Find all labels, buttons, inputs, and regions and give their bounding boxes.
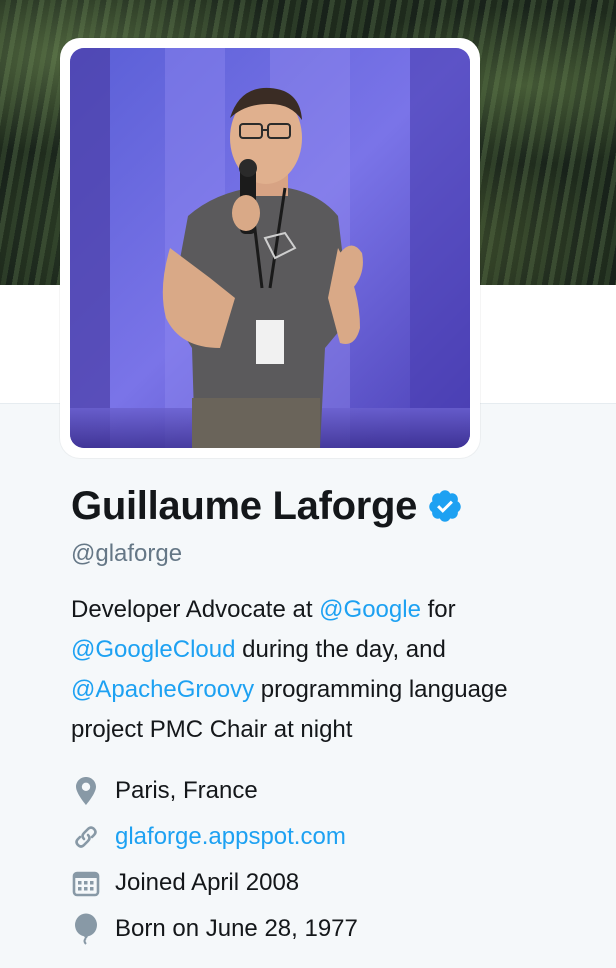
profile-avatar[interactable] [70,48,470,448]
profile-meta: Paris, France glaforge.appspot.com Joine… [71,768,591,952]
location-text: Paris, France [115,777,258,804]
bio-text: during the day, and [235,636,446,663]
website-link[interactable]: glaforge.appspot.com [115,823,346,851]
bio-line-1: Developer Advocate at @Google for [71,590,591,630]
mention-googlecloud-link[interactable]: @GoogleCloud [71,636,235,663]
mention-apachegroovy-link[interactable]: @ApacheGroovy [71,676,254,703]
profile-handle[interactable]: @glaforge [71,536,591,572]
profile-avatar-frame[interactable] [60,38,480,458]
verified-badge-icon[interactable] [427,488,463,524]
joined-row: Joined April 2008 [71,860,591,906]
birthday-text: Born on June 28, 1977 [115,915,358,942]
name-row: Guillaume Laforge [71,476,591,536]
calendar-icon [71,867,101,899]
balloon-icon [71,913,101,945]
profile-name[interactable]: Guillaume Laforge [71,484,417,529]
location-pin-icon [71,775,101,807]
joined-text: Joined April 2008 [115,869,300,896]
profile-info: Guillaume Laforge @glaforge Developer Ad… [71,476,591,952]
link-icon [71,821,101,853]
bio-text: for [420,596,456,623]
mention-google-link[interactable]: @Google [319,596,421,623]
birthday-row: Born on June 28, 1977 [71,906,591,952]
bio-text: Developer Advocate at [71,596,320,623]
bio-text: project PMC Chair at night [71,716,353,743]
website-row: glaforge.appspot.com [71,814,591,860]
bio-line-2: @GoogleCloud during the day, and [71,630,591,670]
bio-text: programming language [254,676,508,703]
location-row: Paris, France [71,768,591,814]
bio-line-3: @ApacheGroovy programming language [71,670,591,710]
bio-line-4: project PMC Chair at night [71,710,591,750]
avatar-photo [70,48,470,448]
profile-bio: Developer Advocate at @Google for @Googl… [71,590,591,750]
